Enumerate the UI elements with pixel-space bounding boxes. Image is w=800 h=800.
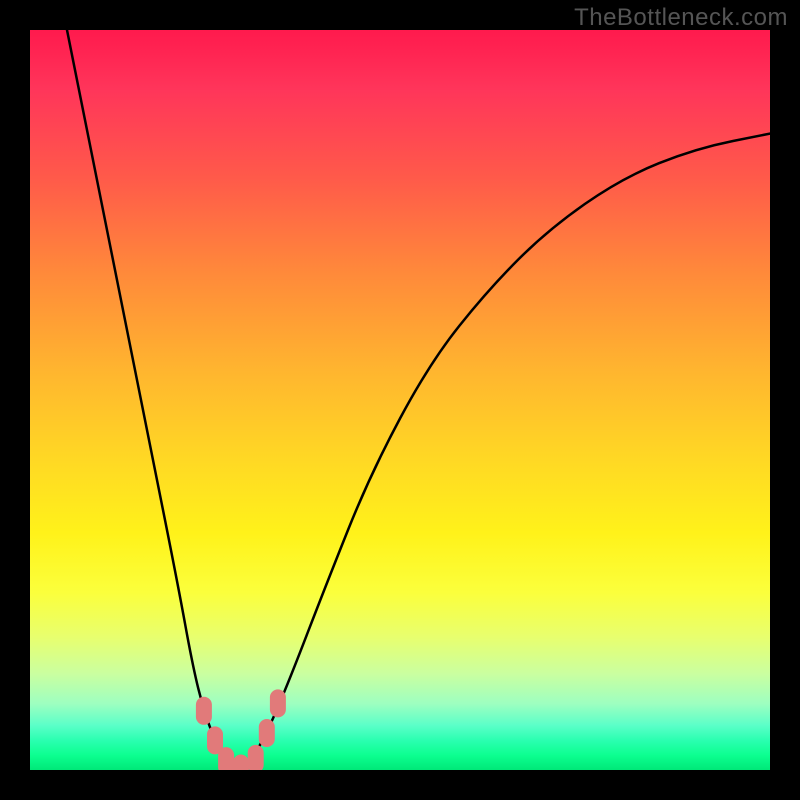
bottleneck-curve <box>67 30 770 770</box>
marker-pill <box>270 689 286 717</box>
marker-pill <box>259 719 275 747</box>
marker-pill <box>196 697 212 725</box>
marker-pill <box>218 747 234 770</box>
marker-pill <box>233 755 249 771</box>
curve-svg <box>30 30 770 770</box>
marker-pill <box>248 745 264 770</box>
plot-area <box>30 30 770 770</box>
marker-group <box>196 689 286 770</box>
chart-container: TheBottleneck.com <box>0 0 800 800</box>
watermark-text: TheBottleneck.com <box>574 4 788 32</box>
